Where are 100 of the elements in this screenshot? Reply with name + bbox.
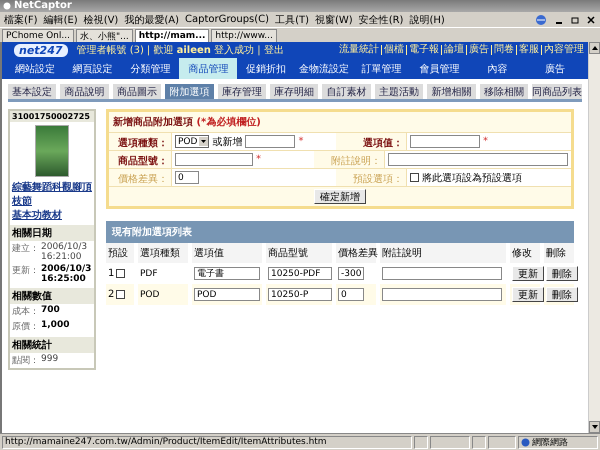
sub-tab[interactable]: 自訂素材 (322, 84, 371, 99)
sub-tab[interactable]: 庫存管理 (218, 84, 266, 99)
list-header: 現有附加選項列表 (106, 221, 574, 243)
field-label: 選項值： (336, 133, 406, 150)
column-header: 預設 (106, 243, 134, 263)
sub-tab[interactable]: 商品說明 (60, 84, 109, 99)
field-label: 預設選項： (336, 169, 406, 186)
option-value-field[interactable]: POD (194, 288, 260, 301)
nav-tab[interactable]: 內容 (468, 58, 526, 79)
product-link[interactable]: 綜藝舞蹈科觀腳頂枝節 (10, 180, 94, 208)
remark-field[interactable] (382, 288, 502, 301)
app-icon (3, 2, 11, 10)
column-header: 修改 (510, 243, 540, 263)
nav-tab[interactable]: 會員管理 (410, 58, 468, 79)
browser-tab[interactable]: http://www... (211, 29, 277, 42)
header-link[interactable]: 流量統計 (337, 45, 381, 55)
header-link[interactable]: 論壇 (441, 45, 466, 55)
browser-tab[interactable]: PChome Onl... (2, 29, 74, 42)
update-button[interactable]: 更新 (512, 287, 544, 302)
sub-tab[interactable]: 主題活動 (374, 84, 424, 99)
column-header: 選項種類 (138, 243, 188, 263)
sub-tab[interactable]: 同商品列表 (532, 84, 582, 99)
restore-icon[interactable] (570, 14, 580, 24)
header-link[interactable]: 廣告 (466, 45, 491, 55)
browser-logo-icon[interactable] (534, 14, 548, 26)
delete-button[interactable]: 刪除 (546, 266, 578, 281)
column-header: 選項值 (192, 243, 262, 263)
browser-tab[interactable]: http://mam... (134, 29, 210, 42)
menu-item[interactable]: 安全性(R) (358, 12, 404, 26)
photo-placeholder (35, 125, 69, 177)
menu-item[interactable]: 檢視(V) (84, 12, 118, 26)
field-label: 選項種類： (109, 133, 171, 150)
up-arrow-icon[interactable] (592, 46, 598, 50)
menu-item[interactable]: CaptorGroups(C) (185, 14, 270, 25)
header-link[interactable]: 問卷 (491, 45, 516, 55)
price-field[interactable]: -300 (338, 267, 364, 280)
delete-button[interactable]: 刪除 (546, 287, 578, 302)
status-panel (430, 436, 470, 448)
header-link[interactable]: 個檔 (381, 45, 406, 55)
menu-item[interactable]: 工具(T) (275, 12, 309, 26)
nav-tab[interactable]: 商品管理 (179, 58, 238, 79)
nav-tab[interactable]: 訂單管理 (352, 58, 411, 79)
required-mark: * (298, 136, 304, 147)
field-label: 商品型號： (109, 151, 171, 168)
menu-item[interactable]: 說明(H) (409, 12, 445, 26)
type-select[interactable]: POD (175, 135, 210, 148)
close-icon[interactable] (586, 14, 596, 24)
column-header: 附註說明 (380, 243, 506, 263)
status-url: http://mamaine247.com.tw/Admin/Product/ItemEdit/ItemAttributes.htm (2, 436, 412, 448)
sub-tab[interactable]: 庫存明細 (270, 84, 318, 99)
field-label: 建立： (12, 242, 39, 256)
price-field[interactable]: 0 (338, 288, 364, 301)
header-link[interactable]: 電子報 (406, 45, 441, 55)
nav-tab[interactable]: 廣告 (526, 58, 584, 79)
checkbox[interactable] (116, 290, 126, 299)
column-header: 刪除 (544, 243, 574, 263)
sub-tab[interactable]: 商品圖示 (112, 84, 162, 99)
remark-field[interactable] (382, 267, 502, 280)
sub-tab[interactable]: 附加選項 (165, 84, 214, 99)
header-link[interactable]: 客服 (516, 45, 541, 55)
sub-tab[interactable]: 移除相關 (480, 84, 528, 99)
nav-tab[interactable]: 網站設定 (6, 58, 64, 79)
header-link[interactable]: 內容管理 (541, 45, 586, 55)
section-title: 相關統計 (10, 337, 94, 353)
menu-item[interactable]: 我的最愛(A) (124, 12, 179, 26)
field-label: 點閱： (12, 354, 39, 367)
field-value: 999 (41, 354, 58, 366)
price-field[interactable]: 0 (175, 171, 199, 184)
browser-tab[interactable]: 水、小熊"... (76, 29, 133, 42)
window-title: NetCaptor (14, 0, 73, 12)
remark-field[interactable] (388, 153, 568, 166)
sub-tab[interactable]: 新增相關 (427, 84, 476, 99)
model-field[interactable]: 10250-PDF (268, 267, 332, 280)
sub-tab[interactable]: 基本設定 (8, 84, 56, 99)
globe-icon (521, 438, 530, 446)
nav-tab[interactable]: 網頁設定 (64, 58, 122, 79)
zone-label: 網際網路 (532, 436, 568, 448)
update-button[interactable]: 更新 (512, 266, 544, 281)
new-type-field[interactable] (245, 135, 296, 148)
checkbox[interactable] (116, 269, 126, 278)
down-arrow-icon[interactable] (592, 425, 598, 429)
scrollbar[interactable] (588, 42, 600, 433)
row-number: 2 (108, 289, 114, 300)
checkbox[interactable] (410, 173, 419, 182)
nav-tab[interactable]: 促銷折扣 (237, 58, 295, 79)
menu-item[interactable]: 視窗(W) (314, 12, 353, 26)
model-field[interactable]: 10250-P (268, 288, 332, 301)
submit-button[interactable]: 確定新增 (314, 189, 366, 204)
field-label: 原價： (12, 321, 39, 333)
menu-item[interactable]: 編輯(E) (44, 12, 78, 26)
model-field[interactable] (175, 153, 253, 166)
status-panel (472, 436, 486, 448)
menu-item[interactable]: 檔案(F) (4, 12, 38, 26)
field-value: 2006/10/3 16:25:00 (41, 264, 92, 284)
nav-tab[interactable]: 分類管理 (122, 58, 180, 79)
option-value-field[interactable]: 電子書 (194, 267, 260, 280)
nav-tab[interactable]: 金物流設定 (294, 58, 353, 79)
field-value: 700 (41, 305, 60, 317)
option-value-field[interactable] (410, 135, 480, 148)
product-link[interactable]: 基本功教材 (10, 208, 94, 222)
